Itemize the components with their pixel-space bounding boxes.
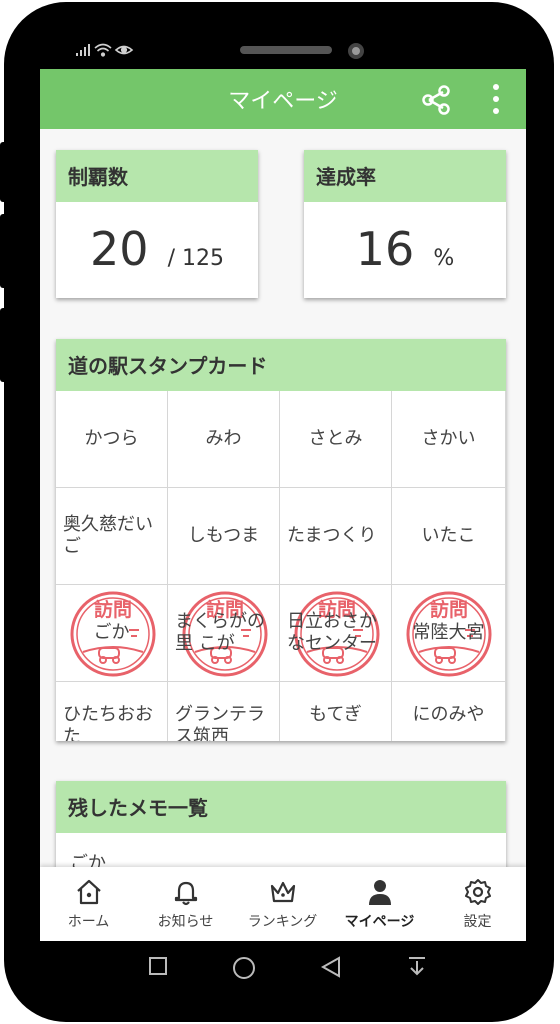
stamp-cell-label: いたこ <box>421 525 476 547</box>
nav-ranking-label: ランキング <box>247 914 318 930</box>
notification-pull-icon[interactable] <box>406 956 428 978</box>
nav-mypage-label: マイページ <box>344 914 415 930</box>
rate-value-row: 16 % <box>304 222 506 276</box>
stamp-cell-label: ひたちおおた <box>63 704 153 741</box>
crown-icon <box>270 881 295 903</box>
stamp-cell-label: かつら <box>84 428 139 450</box>
power-button <box>0 308 8 382</box>
stamp-cell-label: さかい <box>421 428 476 450</box>
stamp-cell-label: まくらがの里 こが <box>175 611 265 654</box>
stamp-grid: かつら みわ さとみ さかい 奥久慈だいご しもつま たまつくり いたこ 訪問 ごか 訪問 まくらがの… <box>56 391 506 741</box>
nav-mypage[interactable]: マイページ <box>331 877 428 931</box>
conquered-total: / 125 <box>167 246 225 271</box>
bell-icon <box>174 881 197 906</box>
nav-notice-label: お知らせ <box>157 914 214 930</box>
stamp-cell[interactable]: さかい <box>392 391 506 488</box>
signal-icon <box>76 44 90 56</box>
recents-icon[interactable] <box>148 956 168 976</box>
app-bar: マイページ <box>40 69 526 129</box>
stamp-cell[interactable]: 訪問 ごか <box>56 585 168 682</box>
person-icon <box>368 880 391 905</box>
nav-settings-label: 設定 <box>463 914 492 930</box>
stamp-cell-label: もてぎ <box>309 704 362 725</box>
nav-settings[interactable]: 設定 <box>429 877 526 931</box>
volume-down-button <box>0 214 8 288</box>
nav-home-label: ホーム <box>67 914 110 930</box>
conquered-value: 20 <box>89 222 149 276</box>
nav-notice[interactable]: お知らせ <box>137 877 234 931</box>
stamp-cell[interactable]: もてぎ <box>280 682 392 741</box>
home-circle-icon[interactable] <box>232 956 256 980</box>
stamp-cell-label: にのみや <box>412 704 485 725</box>
main-content: 制覇数 20 / 125 達成率 16 % 道の駅スタンプカード かつら みわ さと… <box>40 129 526 901</box>
stamp-cell[interactable]: グランテラス筑西 <box>168 682 280 741</box>
bottom-nav: ホーム お知らせ ランキング マイページ 設定 <box>40 867 526 941</box>
stamp-cell-label: ごか <box>93 622 130 644</box>
more-vert-icon[interactable] <box>486 83 506 115</box>
app-screen: マイページ 制覇数 20 / 125 達成率 16 % 道の駅スタンプカード か… <box>40 69 526 941</box>
wifi-icon <box>94 43 112 57</box>
stamp-cell-label: グランテラス筑西 <box>175 704 265 741</box>
stamp-cell[interactable]: いたこ <box>392 488 506 585</box>
stamp-cell-label: 奥久慈だいご <box>63 514 153 557</box>
stamp-cell[interactable]: 奥久慈だいご <box>56 488 168 585</box>
stamp-cell-label: さとみ <box>308 428 363 450</box>
stamp-cell[interactable]: たまつくり <box>280 488 392 585</box>
stamp-cell-label: たまつくり <box>287 525 377 547</box>
stamp-cell[interactable]: みわ <box>168 391 280 488</box>
stamp-cell-label: 常陸大宮 <box>412 622 485 644</box>
status-icons <box>76 43 134 57</box>
gear-icon <box>464 879 491 905</box>
stamp-card-title: 道の駅スタンプカード <box>56 339 506 391</box>
nav-home[interactable]: ホーム <box>40 877 137 931</box>
stamp-cell[interactable]: しもつま <box>168 488 280 585</box>
stamp-cell[interactable]: さとみ <box>280 391 392 488</box>
stamp-cell-label: しもつま <box>187 525 260 547</box>
rate-unit: % <box>433 246 455 271</box>
conquered-value-row: 20 / 125 <box>56 222 258 276</box>
stamp-cell[interactable]: 訪問 常陸大宮 <box>392 585 506 682</box>
volume-up-button <box>0 142 8 202</box>
rate-label: 達成率 <box>304 150 506 202</box>
memo-card-title: 残したメモ一覧 <box>56 781 506 833</box>
share-icon[interactable] <box>420 84 452 116</box>
rate-card: 達成率 16 % <box>304 150 506 298</box>
stamp-cell-label: 日立おさかなセンター <box>287 611 377 654</box>
stamp-cell[interactable]: かつら <box>56 391 168 488</box>
speaker <box>240 46 332 54</box>
stamp-cell[interactable]: 訪問 日立おさかなセンター <box>280 585 392 682</box>
page-title: マイページ <box>228 89 338 114</box>
stamp-text: 訪問 <box>430 598 468 621</box>
rate-value: 16 <box>355 222 415 276</box>
conquered-card: 制覇数 20 / 125 <box>56 150 258 298</box>
front-camera <box>348 43 364 59</box>
conquered-label: 制覇数 <box>56 150 258 202</box>
back-icon[interactable] <box>320 956 342 978</box>
home-icon <box>76 879 101 905</box>
stamp-card: 道の駅スタンプカード かつら みわ さとみ さかい奥久慈だいご しもつま たまつくり いたこ… <box>56 339 506 741</box>
nav-ranking[interactable]: ランキング <box>234 877 331 931</box>
system-nav-bar <box>4 942 554 996</box>
stamp-cell[interactable]: 訪問 まくらがの里 こが <box>168 585 280 682</box>
stamp-cell-label: みわ <box>205 428 242 450</box>
stamp-cell[interactable]: にのみや <box>392 682 506 741</box>
stamp-text: 訪問 <box>94 598 132 621</box>
eye-icon <box>114 45 134 55</box>
status-bar <box>76 42 140 62</box>
stamp-cell[interactable]: ひたちおおた <box>56 682 168 741</box>
